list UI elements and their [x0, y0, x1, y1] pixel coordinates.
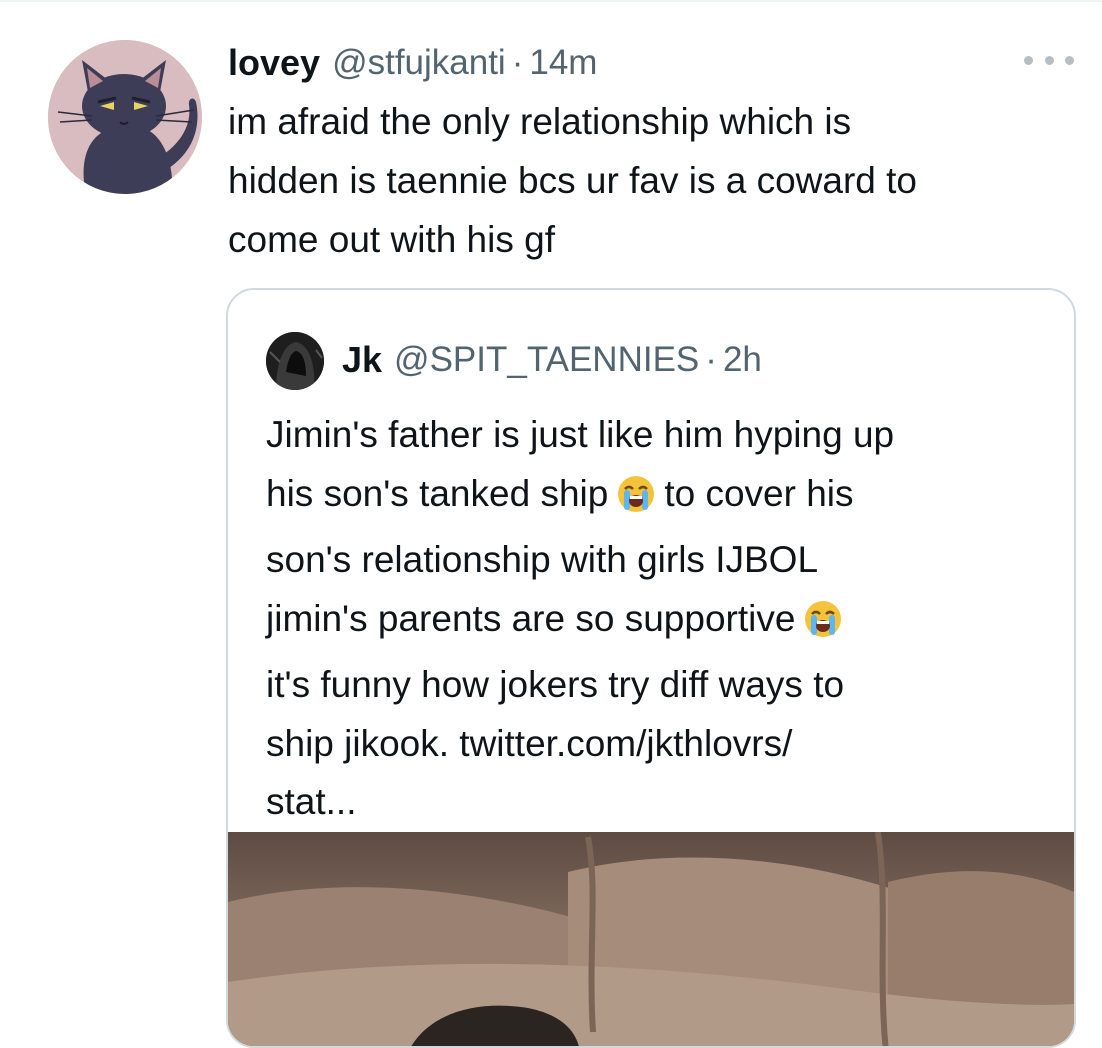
tweet-time[interactable]: 14m — [529, 43, 597, 83]
tweet-text: im afraid the only relationship which is… — [228, 101, 917, 260]
quoted-line[interactable]: ship jikook. twitter.com/jkthlovrs/ — [266, 715, 1046, 774]
quoted-line: Jimin's father is just like him hyping u… — [266, 414, 895, 455]
hooded-figure-avatar-icon — [266, 332, 324, 390]
quoted-tweet-text: Jimin's father is just like him hyping u… — [266, 406, 1046, 832]
quoted-line: it's funny how jokers try diff ways to — [266, 664, 845, 705]
quoted-line-segment: jimin's parents are so supportive — [266, 597, 796, 639]
tweet-header: lovey @stfujkanti · 14m — [228, 38, 597, 88]
separator-dot: · — [511, 43, 524, 82]
quoted-line: jimin's parents are so supportive — [266, 590, 1046, 657]
photo-media-icon[interactable] — [228, 832, 1074, 1046]
quoted-header: Jk @SPIT_TAENNIES · 2h — [342, 334, 762, 386]
quoted-line: son's relationship with girls IJBOL — [266, 539, 819, 580]
author-handle[interactable]: @stfujkanti — [332, 43, 506, 83]
quoted-line: stat... — [266, 781, 357, 822]
quoted-tweet-card[interactable]: Jk @SPIT_TAENNIES · 2h Jimin's father is… — [226, 288, 1076, 1048]
quoted-author-handle: @SPIT_TAENNIES — [394, 340, 700, 379]
author-name[interactable]: lovey — [228, 42, 320, 84]
quoted-time: 2h — [722, 340, 762, 379]
quoted-separator-dot: · — [705, 340, 717, 379]
more-options-icon[interactable] — [1024, 48, 1074, 72]
cat-avatar-icon[interactable] — [48, 40, 202, 194]
quoted-line-segment: his son's tanked ship — [266, 472, 609, 514]
quoted-author-name: Jk — [342, 339, 383, 380]
loudly-crying-face-icon — [616, 473, 656, 532]
loudly-crying-face-icon — [803, 598, 843, 657]
quoted-line-segment: to cover his — [664, 472, 854, 514]
quoted-line: his son's tanked ship to cover his — [266, 465, 1046, 532]
top-divider — [0, 0, 1102, 2]
